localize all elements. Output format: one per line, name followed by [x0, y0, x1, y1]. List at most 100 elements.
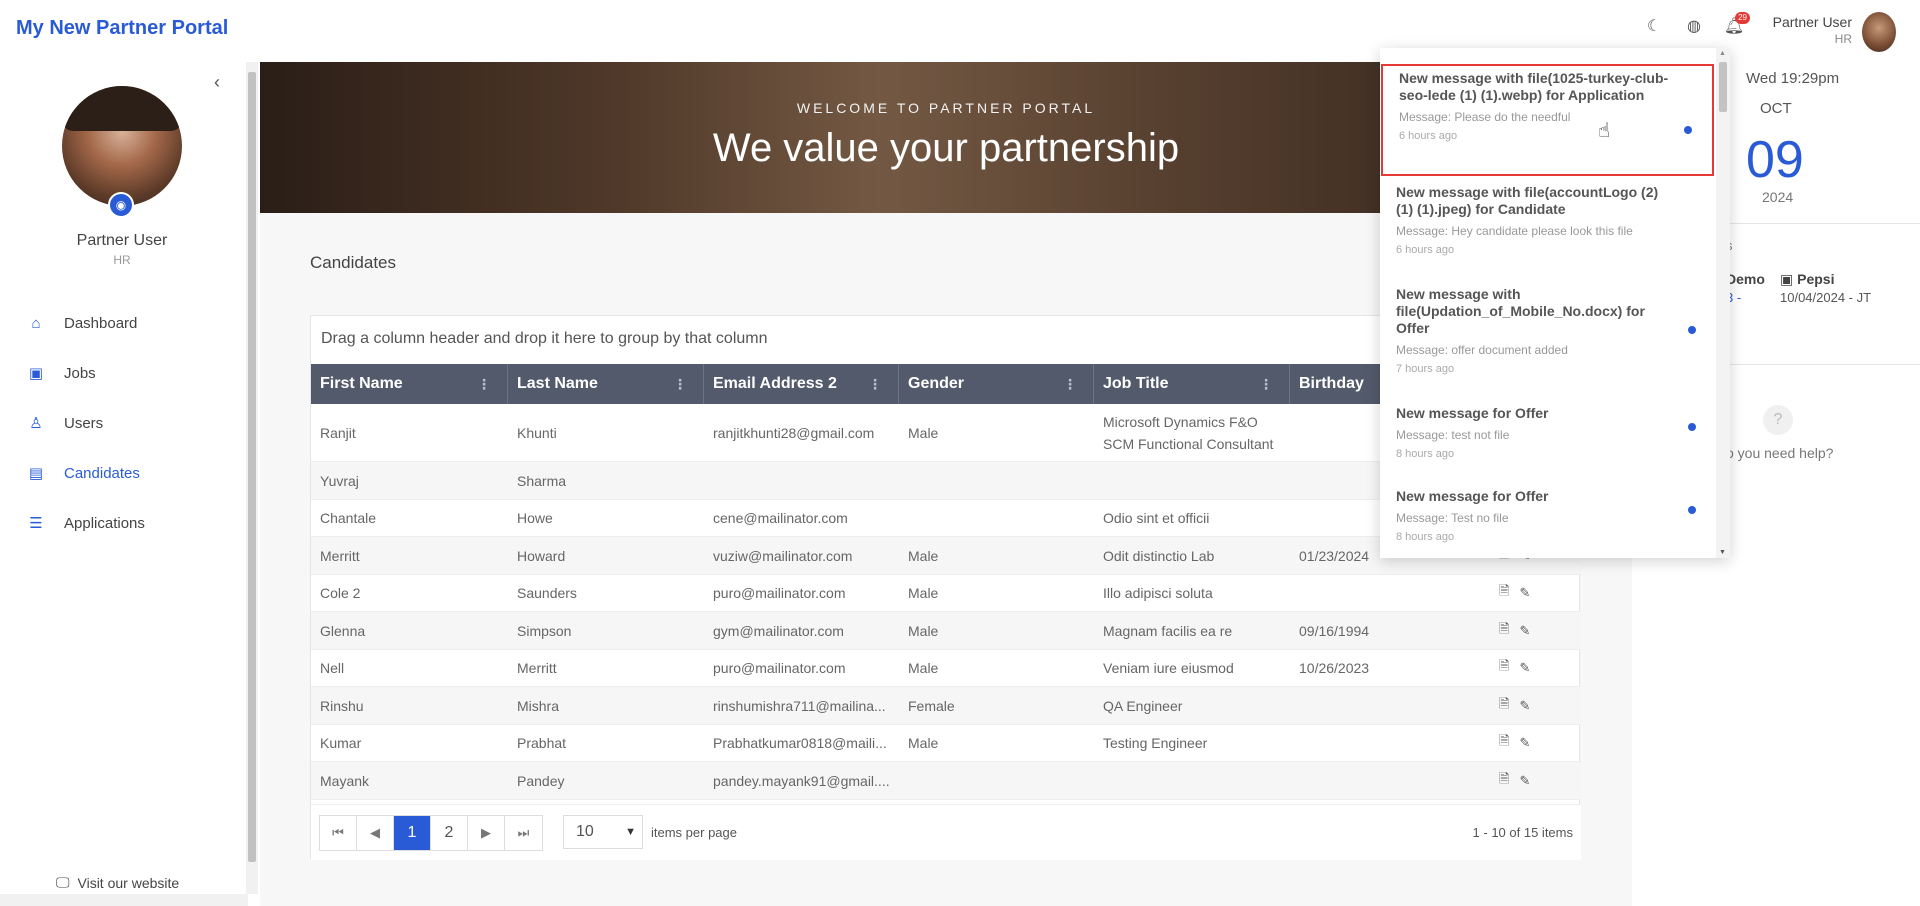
- job-pepsi[interactable]: ▣ Pepsi: [1780, 271, 1834, 288]
- edit-pencil-icon[interactable]: ✎: [1519, 585, 1530, 601]
- sidebar-item-candidates[interactable]: ▤ Candidates: [26, 448, 145, 498]
- view-document-icon[interactable]: 🗎︎: [1499, 770, 1509, 792]
- cell-email: pandey.mayank91@gmail....: [713, 772, 890, 789]
- column-header-job-title[interactable]: Job Title ⋮: [1094, 364, 1290, 404]
- cell-gender: Male: [908, 425, 939, 441]
- page-1-button[interactable]: 1: [394, 816, 431, 850]
- cell-job-title: [1094, 462, 1290, 500]
- view-document-icon[interactable]: 🗎︎: [1499, 732, 1509, 754]
- edit-pencil-icon[interactable]: ✎: [1519, 660, 1530, 676]
- column-header-email[interactable]: Email Address 2 ⋮: [704, 364, 899, 404]
- top-icons: ☾ ◍ 🔔︎ 29: [1644, 12, 1750, 36]
- edit-pencil-icon[interactable]: ✎: [1519, 623, 1530, 639]
- column-header-last-name[interactable]: Last Name ⋮: [508, 364, 704, 404]
- cell-job-title: Illo adipisci soluta: [1103, 585, 1213, 602]
- sidebar-scrollbar-thumb[interactable]: [248, 72, 256, 862]
- current-datetime: Wed 19:29pm: [1746, 70, 1840, 87]
- view-document-icon[interactable]: 🗎︎: [1499, 620, 1509, 642]
- page-title: Candidates: [310, 253, 397, 272]
- header-avatar[interactable]: [1862, 12, 1896, 52]
- edit-pencil-icon[interactable]: ✎: [1519, 735, 1530, 751]
- sidebar-user-role: HR: [113, 253, 131, 267]
- cell-last-name: Simpson: [517, 622, 572, 639]
- view-document-icon[interactable]: 🗎︎: [1499, 695, 1509, 717]
- edit-pencil-icon[interactable]: ✎: [1519, 773, 1530, 789]
- view-document-icon[interactable]: 🗎︎: [1499, 657, 1509, 679]
- column-menu-icon[interactable]: ⋮: [477, 376, 491, 393]
- sidebar-scrollbar[interactable]: [246, 62, 258, 894]
- cell-first-name: Merritt: [320, 547, 360, 564]
- bell-icon[interactable]: 🔔︎ 29: [1724, 12, 1750, 36]
- column-header-gender[interactable]: Gender ⋮: [899, 364, 1094, 404]
- next-page-button[interactable]: ▶: [468, 816, 505, 850]
- column-header-label: Last Name: [517, 375, 598, 392]
- row-actions: 🗎︎ ✎: [1499, 582, 1530, 604]
- cell-first-name: Kumar: [320, 735, 362, 752]
- column-menu-icon[interactable]: ⋮: [1259, 376, 1273, 393]
- cell-last-name: Mishra: [517, 697, 560, 714]
- header-user-role: HR: [1834, 32, 1852, 46]
- sidebar-nav: ⌂ Dashboard ▣ Jobs ♙ Users ▤ Candidates …: [26, 298, 145, 548]
- cell-last-name: Merritt: [517, 660, 557, 677]
- cell-first-name: Nell: [320, 660, 345, 677]
- globe-icon[interactable]: ◍: [1684, 16, 1704, 36]
- prev-page-button[interactable]: ◀: [357, 816, 394, 850]
- notification-item[interactable]: New message for Offer Message: Test no f…: [1380, 488, 1716, 543]
- moon-icon[interactable]: ☾: [1644, 16, 1664, 36]
- page-size-select[interactable]: 10 ▼: [563, 815, 643, 849]
- calendar-year: 2024: [1762, 189, 1794, 205]
- notification-message: Message: offer document added: [1396, 343, 1568, 357]
- notification-item[interactable]: New message with file(accountLogo (2) (1…: [1380, 184, 1716, 256]
- cell-gender: Male: [908, 585, 939, 602]
- help-icon[interactable]: ?: [1763, 405, 1793, 435]
- id-card-icon: ▤: [28, 465, 44, 482]
- table-row[interactable]: Kumar Prabhat Prabhatkumar0818@maili... Mal…: [311, 725, 1581, 762]
- notifications-scrollbar-thumb[interactable]: [1719, 62, 1727, 112]
- table-row[interactable]: Mayank Pandey pandey.mayank91@gmail.... 🗎︎ ✎: [311, 762, 1581, 800]
- sidebar-item-jobs[interactable]: ▣ Jobs: [26, 348, 145, 398]
- sidebar-item-label: Jobs: [64, 364, 96, 382]
- table-row[interactable]: Nell Merritt puro@mailinator.com Male Veniam…: [311, 650, 1581, 687]
- avatar-hair: [62, 86, 182, 131]
- notification-item[interactable]: New message with file(Updation_of_Mobile…: [1380, 286, 1716, 375]
- row-actions: 🗎︎ ✎: [1499, 732, 1530, 754]
- collapse-sidebar-icon[interactable]: ‹: [214, 72, 220, 93]
- cell-birthday-value: 09/16/1994: [1299, 622, 1370, 639]
- job-pepsi-label: Pepsi: [1797, 271, 1835, 287]
- edit-pencil-icon[interactable]: ✎: [1519, 698, 1530, 714]
- visit-website-link[interactable]: 🖵︎ Visit our website: [56, 874, 179, 891]
- cell-birthday: 🗎︎ ✎: [1290, 687, 1581, 725]
- page-size-value: 10: [576, 823, 594, 840]
- view-document-icon[interactable]: 🗎︎: [1499, 582, 1509, 604]
- notification-item[interactable]: New message for Offer Message: test not …: [1380, 405, 1716, 460]
- cell-last-name: Pandey: [517, 772, 565, 789]
- cell-job-title: Testing Engineer: [1103, 735, 1208, 752]
- table-row[interactable]: Glenna Simpson gym@mailinator.com Male Magna…: [311, 612, 1581, 650]
- job-demo[interactable]: Demo: [1726, 271, 1765, 287]
- table-row[interactable]: Rinshu Mishra rinshumishra711@mailina... Fe…: [311, 687, 1581, 725]
- cell-first-name: Cole 2: [320, 585, 361, 602]
- camera-icon[interactable]: ◉: [108, 192, 134, 218]
- sidebar-item-users[interactable]: ♙ Users: [26, 398, 145, 448]
- scroll-down-icon[interactable]: ▼: [1719, 549, 1726, 556]
- brand-title[interactable]: My New Partner Portal: [16, 17, 228, 40]
- cell-job-title: Veniam iure eiusmod: [1103, 660, 1234, 677]
- column-menu-icon[interactable]: ⋮: [673, 376, 687, 393]
- notifications-scrollbar[interactable]: ▲ ▼: [1716, 48, 1730, 558]
- sidebar-horizontal-scrollbar[interactable]: [0, 894, 248, 906]
- page-size-label: items per page: [651, 825, 737, 840]
- table-row[interactable]: Cole 2 Saunders puro@mailinator.com Male Ill…: [311, 575, 1581, 612]
- column-header-first-name[interactable]: First Name ⋮: [311, 364, 508, 404]
- column-menu-icon[interactable]: ⋮: [1063, 376, 1077, 393]
- column-menu-icon[interactable]: ⋮: [868, 376, 882, 393]
- cell-email: ranjitkhunti28@gmail.com: [713, 425, 875, 441]
- cell-email: cene@mailinator.com: [713, 510, 848, 527]
- page-2-button[interactable]: 2: [431, 816, 468, 850]
- scroll-up-icon[interactable]: ▲: [1719, 50, 1726, 57]
- sidebar-item-dashboard[interactable]: ⌂ Dashboard: [26, 298, 145, 348]
- first-page-button[interactable]: ⏮: [320, 816, 357, 850]
- cell-gender: Male: [908, 660, 939, 677]
- sidebar-item-applications[interactable]: ☰ Applications: [26, 498, 145, 548]
- group-drop-area[interactable]: Drag a column header and drop it here to…: [321, 330, 768, 348]
- last-page-button[interactable]: ⏭: [505, 816, 542, 850]
